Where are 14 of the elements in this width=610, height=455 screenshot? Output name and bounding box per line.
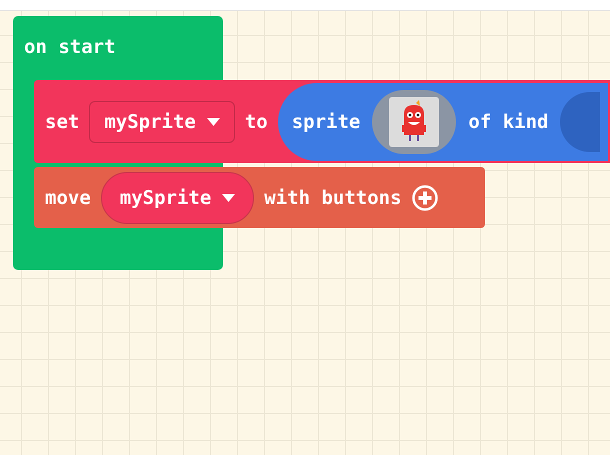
- block-label: to: [244, 110, 268, 132]
- block-label: of kind: [468, 110, 548, 132]
- block-label: set: [45, 110, 80, 132]
- add-icon[interactable]: [412, 184, 438, 210]
- variable-dropdown[interactable]: mySprite: [100, 172, 254, 224]
- block-label: sprite: [292, 110, 360, 132]
- block-label: on start: [24, 36, 116, 58]
- variable-dropdown[interactable]: mySprite: [89, 100, 235, 142]
- sprite-icon: [389, 96, 440, 146]
- kind-field[interactable]: [560, 92, 600, 152]
- caret-icon: [206, 118, 220, 126]
- block-label: move: [45, 186, 91, 208]
- block-label: with buttons: [264, 186, 402, 208]
- caret-icon: [222, 194, 236, 202]
